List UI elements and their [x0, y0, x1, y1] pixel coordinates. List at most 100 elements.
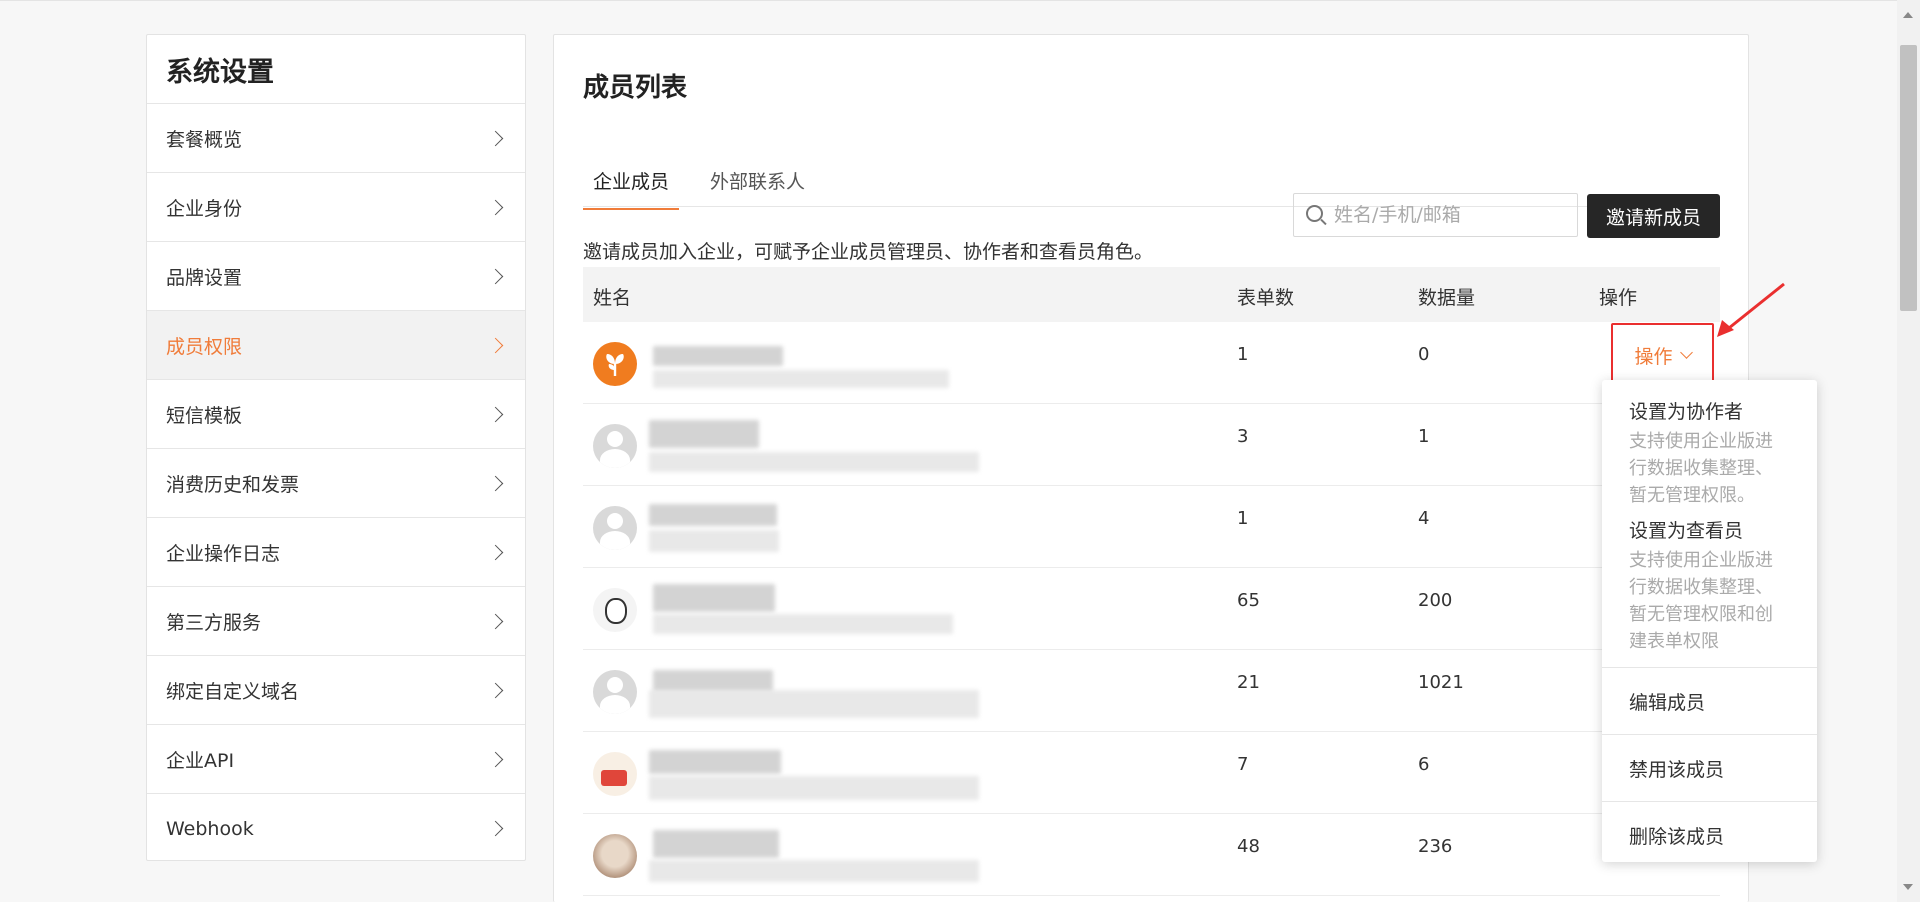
data-count: 4 [1418, 508, 1430, 529]
blurred-member-contact [649, 530, 779, 552]
sidebar-item-custom-domain[interactable]: 绑定自定义域名 [147, 656, 525, 725]
data-count: 6 [1418, 754, 1430, 775]
member-table: 姓名 表单数 数据量 操作 1 0 3 1 1 4 65 200 21 1021… [583, 267, 1720, 896]
hint-line: 建表单权限 [1629, 631, 1719, 652]
sidebar-item-operation-log[interactable]: 企业操作日志 [147, 518, 525, 587]
data-count: 0 [1418, 344, 1430, 365]
member-search [1293, 193, 1578, 237]
sidebar-item-label: 第三方服务 [166, 611, 262, 634]
data-count: 1021 [1418, 672, 1464, 693]
default-user-icon [593, 670, 637, 714]
blurred-member-name [653, 830, 779, 858]
sidebar-item-brand-settings[interactable]: 品牌设置 [147, 242, 525, 311]
cat-photo [593, 834, 637, 878]
table-row: 1 4 [583, 486, 1720, 568]
sidebar-item-third-party[interactable]: 第三方服务 [147, 587, 525, 656]
top-divider [0, 0, 1920, 1]
operation-dropdown-trigger[interactable]: 操作 [1611, 323, 1714, 387]
blurred-member-name [649, 504, 777, 526]
data-count: 200 [1418, 590, 1453, 611]
sidebar-item-billing-history[interactable]: 消费历史和发票 [147, 449, 525, 518]
chevron-right-icon [487, 406, 504, 422]
sidebar-item-webhook[interactable]: Webhook [147, 794, 525, 863]
table-header: 姓名 表单数 数据量 操作 [583, 267, 1720, 322]
table-row: 7 6 [583, 732, 1720, 814]
viewer-hint: 支持使用企业版进 行数据收集整理、 暂无管理权限和创 建表单权限 [1629, 547, 1790, 655]
column-header-forms: 表单数 [1237, 287, 1295, 309]
default-user-icon [593, 424, 637, 468]
hint-line: 行数据收集整理、 [1629, 577, 1773, 598]
hint-line: 暂无管理权限和创 [1629, 604, 1773, 625]
hint-line: 支持使用企业版进 [1629, 550, 1773, 571]
chevron-right-icon [487, 751, 504, 767]
tab-external-contacts[interactable]: 外部联系人 [700, 167, 815, 208]
table-row: 21 1021 [583, 650, 1720, 732]
sidebar-item-label: 短信模板 [166, 404, 243, 427]
scroll-up-arrow-icon[interactable] [1903, 12, 1913, 18]
chevron-right-icon [487, 337, 504, 353]
blurred-member-contact [649, 776, 979, 800]
data-count: 236 [1418, 836, 1453, 857]
search-input[interactable] [1334, 204, 1564, 226]
edit-member-item[interactable]: 编辑成员 [1602, 668, 1817, 734]
chevron-down-icon [1679, 346, 1693, 359]
table-row: 65 200 [583, 568, 1720, 650]
page-scrollbar[interactable] [1897, 0, 1920, 902]
forms-count: 48 [1237, 836, 1260, 857]
table-row: 3 1 [583, 404, 1720, 486]
blurred-member-contact [649, 452, 979, 472]
sidebar-item-label: 品牌设置 [166, 266, 243, 289]
blurred-member-contact [653, 614, 953, 634]
sidebar-item-enterprise-identity[interactable]: 企业身份 [147, 173, 525, 242]
hint-line: 暂无管理权限。 [1629, 485, 1755, 506]
scroll-thumb[interactable] [1900, 45, 1917, 311]
chevron-right-icon [487, 613, 504, 629]
hint-line: 支持使用企业版进 [1629, 431, 1773, 452]
sidebar-item-label: 消费历史和发票 [166, 473, 300, 496]
invite-description: 邀请成员加入企业，可赋予企业成员管理员、协作者和查看员角色。 [583, 241, 1154, 263]
table-row: 1 0 [583, 322, 1720, 404]
scroll-down-arrow-icon[interactable] [1903, 884, 1913, 890]
panda-icon [593, 588, 637, 632]
column-header-data: 数据量 [1418, 287, 1476, 309]
forms-count: 65 [1237, 590, 1260, 611]
blurred-member-name [653, 346, 783, 366]
menu-option-viewer[interactable]: 设置为查看员 支持使用企业版进 行数据收集整理、 暂无管理权限和创 建表单权限 [1602, 509, 1817, 667]
sidebar-item-enterprise-api[interactable]: 企业API [147, 725, 525, 794]
blurred-member-name [649, 750, 781, 774]
annotation-arrow-icon [1717, 282, 1785, 337]
delete-member-item[interactable]: 删除该成员 [1602, 802, 1817, 868]
sidebar-item-label: 套餐概览 [166, 128, 243, 151]
sidebar-item-plan-overview[interactable]: 套餐概览 [147, 104, 525, 173]
forms-count: 1 [1237, 344, 1249, 365]
settings-sidebar: 系统设置 套餐概览 企业身份 品牌设置 成员权限 短信模板 消费历史和发票 企业… [146, 34, 526, 861]
chevron-right-icon [487, 544, 504, 560]
chevron-right-icon [487, 475, 504, 491]
hint-line: 行数据收集整理、 [1629, 458, 1773, 479]
collaborator-hint: 支持使用企业版进 行数据收集整理、 暂无管理权限。 [1629, 428, 1790, 509]
tab-enterprise-members[interactable]: 企业成员 [583, 167, 680, 210]
blurred-member-contact [653, 370, 949, 388]
default-user-icon [593, 506, 637, 550]
sprout-icon [593, 342, 637, 386]
search-icon [1306, 205, 1323, 222]
set-collaborator-item[interactable]: 设置为协作者 [1629, 397, 1790, 424]
disable-member-item[interactable]: 禁用该成员 [1602, 735, 1817, 801]
set-viewer-item[interactable]: 设置为查看员 [1629, 516, 1790, 543]
book-bear-icon [593, 752, 637, 796]
chevron-right-icon [487, 199, 504, 215]
sidebar-item-sms-templates[interactable]: 短信模板 [147, 380, 525, 449]
sidebar-item-label: Webhook [166, 817, 254, 840]
sidebar-item-label: 绑定自定义域名 [166, 680, 300, 703]
chevron-right-icon [487, 682, 504, 698]
operation-dropdown-menu: 设置为协作者 支持使用企业版进 行数据收集整理、 暂无管理权限。 设置为查看员 … [1602, 380, 1817, 862]
invite-member-button[interactable]: 邀请新成员 [1587, 194, 1720, 238]
blurred-member-contact [649, 690, 979, 718]
sidebar-item-member-permissions[interactable]: 成员权限 [147, 311, 525, 380]
menu-option-collaborator[interactable]: 设置为协作者 支持使用企业版进 行数据收集整理、 暂无管理权限。 [1602, 380, 1817, 509]
sidebar-item-label: 企业API [166, 749, 235, 772]
sidebar-item-label: 成员权限 [166, 335, 243, 358]
blurred-member-contact [649, 860, 979, 882]
chevron-right-icon [487, 820, 504, 837]
column-header-op: 操作 [1599, 287, 1638, 309]
